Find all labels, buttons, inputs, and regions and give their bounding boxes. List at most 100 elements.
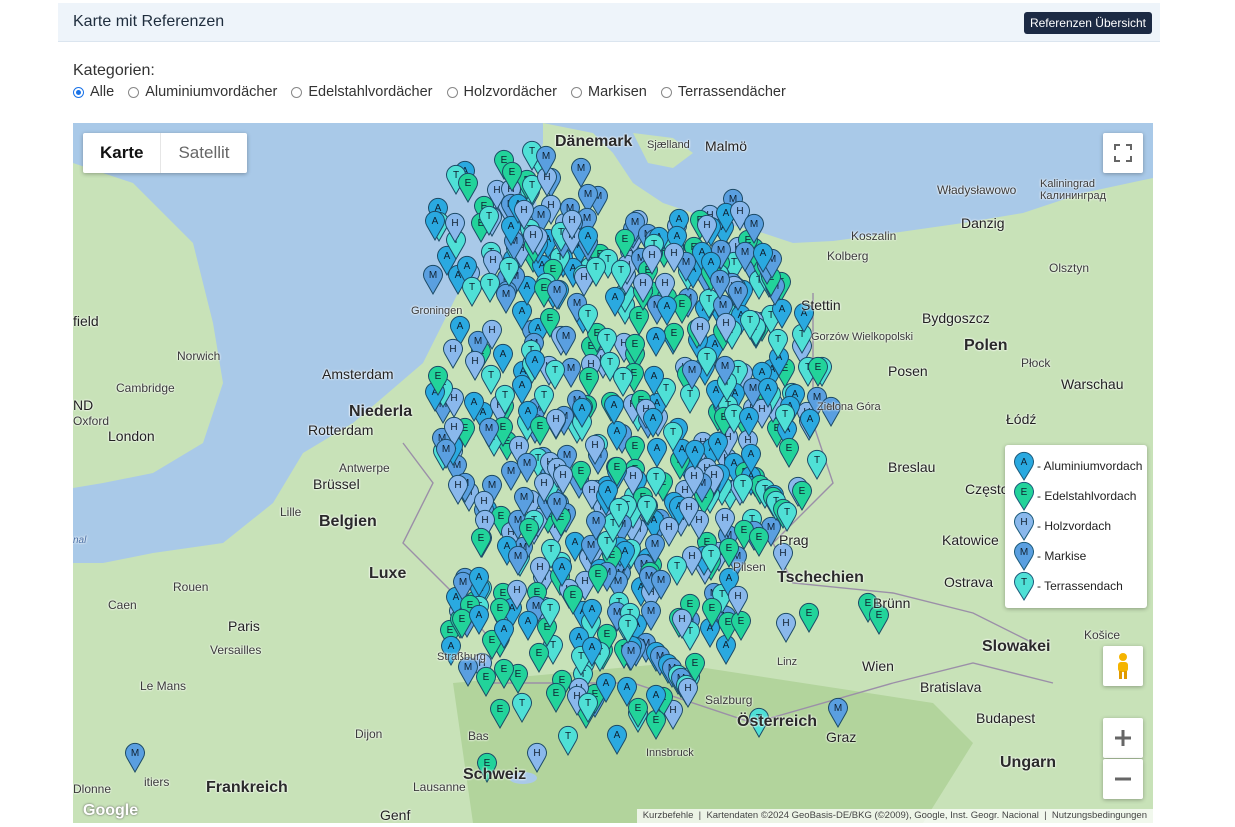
references-overview-button[interactable]: Referenzen Übersicht xyxy=(1023,12,1152,34)
reference-marker[interactable]: M xyxy=(513,485,535,517)
reference-marker[interactable]: A xyxy=(740,442,762,475)
reference-marker[interactable]: E xyxy=(475,665,497,697)
reference-marker[interactable]: T xyxy=(767,327,789,359)
reference-marker[interactable]: T xyxy=(776,500,798,533)
filter-terrassen[interactable]: Terrassendächer xyxy=(660,84,786,100)
reference-marker[interactable]: E xyxy=(748,525,770,557)
reference-marker[interactable]: T xyxy=(645,465,667,497)
reference-marker[interactable]: H xyxy=(447,473,469,505)
reference-marker[interactable]: M xyxy=(422,263,444,295)
reference-marker[interactable]: T xyxy=(511,691,533,724)
reference-marker[interactable]: T xyxy=(610,258,632,291)
reference-marker[interactable]: M xyxy=(620,639,642,672)
reference-marker[interactable]: M xyxy=(827,696,849,728)
reference-marker[interactable]: T xyxy=(533,383,555,416)
map-type-satellit-button[interactable]: Satellit xyxy=(160,133,246,173)
reference-marker[interactable]: H xyxy=(526,741,548,773)
reference-marker[interactable]: T xyxy=(478,204,500,237)
reference-marker[interactable]: H xyxy=(714,506,736,539)
reference-marker[interactable]: M xyxy=(650,568,672,601)
zoom-out-button[interactable] xyxy=(1103,759,1143,799)
reference-marker[interactable]: T xyxy=(806,448,828,480)
filter-all[interactable]: Alle xyxy=(73,84,114,100)
reference-marker[interactable]: M xyxy=(535,144,557,176)
street-view-pegman[interactable] xyxy=(1103,646,1143,686)
reference-marker[interactable]: E xyxy=(807,355,829,388)
filter-edelstahl[interactable]: Edelstahlvordächer xyxy=(291,84,433,100)
reference-marker[interactable]: E xyxy=(701,596,723,629)
reference-marker[interactable]: M xyxy=(727,279,749,312)
reference-marker[interactable]: A xyxy=(645,683,667,715)
reference-marker[interactable]: A xyxy=(571,396,593,429)
reference-map[interactable]: AHHMHAATTHAEAEEEMEAMHTEATTHEMTHTHMAMEAHA… xyxy=(73,123,1153,823)
reference-marker[interactable]: M xyxy=(546,278,568,311)
reference-marker[interactable]: M xyxy=(478,416,500,448)
radio-button[interactable] xyxy=(128,86,140,98)
reference-marker[interactable]: A xyxy=(684,438,706,471)
reference-marker[interactable]: T xyxy=(662,420,684,453)
reference-marker[interactable]: A xyxy=(643,364,665,396)
reference-marker[interactable]: H xyxy=(671,607,693,639)
radio-button[interactable] xyxy=(571,86,582,98)
reference-marker[interactable]: E xyxy=(489,697,511,729)
reference-marker[interactable]: H xyxy=(552,463,574,496)
reference-marker[interactable]: H xyxy=(561,208,583,240)
reference-marker[interactable]: A xyxy=(616,675,638,708)
reference-marker[interactable]: H xyxy=(658,515,680,548)
reference-marker[interactable]: A xyxy=(645,325,667,357)
reference-marker[interactable]: E xyxy=(545,681,567,713)
reference-marker[interactable]: E xyxy=(562,583,584,615)
reference-marker[interactable]: T xyxy=(617,612,639,644)
reference-marker[interactable]: A xyxy=(524,348,546,380)
reference-marker[interactable]: H xyxy=(678,495,700,528)
reference-marker[interactable]: T xyxy=(539,596,561,629)
reference-marker[interactable]: E xyxy=(587,562,609,595)
reference-marker[interactable]: M xyxy=(585,509,607,541)
filter-aluminium[interactable]: Aluminiumvordächer xyxy=(128,84,277,100)
reference-marker[interactable]: H xyxy=(584,433,606,465)
reference-marker[interactable]: A xyxy=(424,209,446,242)
reference-marker[interactable]: A xyxy=(738,405,760,437)
reference-marker[interactable]: T xyxy=(612,365,634,397)
reference-marker[interactable]: H xyxy=(696,213,718,246)
reference-marker[interactable]: T xyxy=(732,472,754,504)
reference-marker[interactable]: T xyxy=(696,345,718,377)
reference-marker[interactable]: E xyxy=(528,641,550,673)
reference-marker[interactable]: H xyxy=(715,311,737,344)
reference-marker[interactable]: M xyxy=(435,437,457,469)
terms-link[interactable]: Nutzungsbedingungen xyxy=(1052,810,1147,821)
reference-marker[interactable]: A xyxy=(656,294,678,327)
reference-marker[interactable]: H xyxy=(727,584,749,617)
reference-marker[interactable]: A xyxy=(603,393,625,426)
reference-marker[interactable]: H xyxy=(663,241,685,273)
reference-marker[interactable]: A xyxy=(581,597,603,629)
reference-marker[interactable]: M xyxy=(124,741,146,773)
reference-marker[interactable]: M xyxy=(743,212,765,244)
reference-marker[interactable]: T xyxy=(479,271,501,304)
reference-marker[interactable]: H xyxy=(481,318,503,351)
map-type-karte-button[interactable]: Karte xyxy=(83,133,160,173)
filter-holz[interactable]: Holzvordächer xyxy=(446,84,557,100)
reference-marker[interactable]: T xyxy=(608,496,630,529)
radio-button[interactable] xyxy=(73,86,84,98)
reference-marker[interactable]: T xyxy=(577,302,599,334)
radio-button[interactable] xyxy=(446,86,458,98)
reference-marker[interactable]: M xyxy=(640,599,662,632)
keyboard-shortcuts-link[interactable]: Kurzbefehle xyxy=(643,810,694,821)
reference-marker[interactable]: E xyxy=(427,364,449,396)
reference-marker[interactable]: T xyxy=(498,255,520,287)
reference-marker[interactable]: E xyxy=(470,526,492,559)
reference-marker[interactable]: A xyxy=(752,241,774,273)
reference-marker[interactable]: E xyxy=(798,601,820,633)
reference-marker[interactable]: E xyxy=(624,332,646,365)
reference-marker[interactable]: A xyxy=(468,603,490,635)
reference-marker[interactable]: T xyxy=(585,255,607,288)
zoom-in-button[interactable] xyxy=(1103,718,1143,758)
reference-marker[interactable]: H xyxy=(632,271,654,303)
reference-marker[interactable]: H xyxy=(464,349,486,381)
reference-marker[interactable]: A xyxy=(757,376,779,408)
reference-marker[interactable]: E xyxy=(606,455,628,487)
radio-button[interactable] xyxy=(660,86,672,98)
reference-marker[interactable]: T xyxy=(636,493,658,526)
reference-marker[interactable]: H xyxy=(513,198,535,231)
